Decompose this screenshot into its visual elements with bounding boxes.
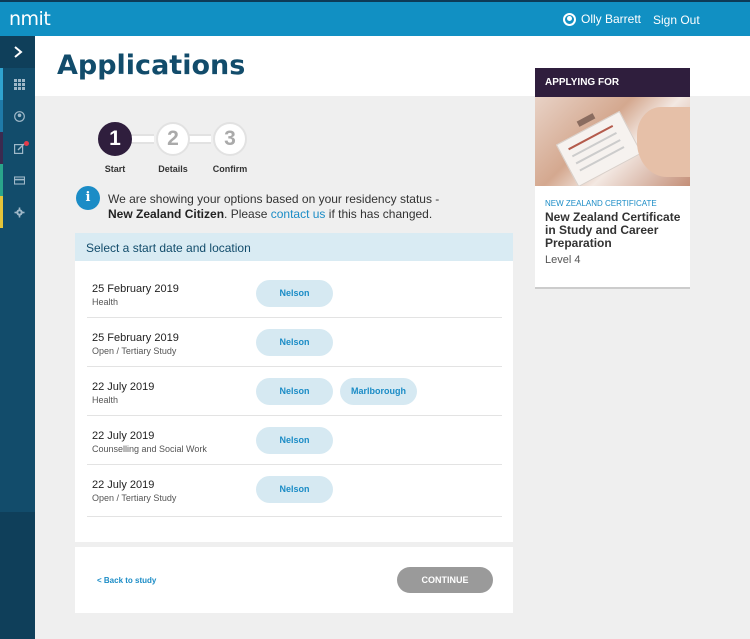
contact-us-link[interactable]: contact us <box>271 207 326 221</box>
edit-icon <box>13 143 24 154</box>
form-actions: < Back to study CONTINUE <box>75 547 513 613</box>
table-row: 25 February 2019 Health Nelson <box>87 269 502 318</box>
row-date: 25 February 2019 <box>92 283 179 295</box>
table-row: 22 July 2019 Health Nelson Marlborough <box>87 367 502 416</box>
user-icon <box>563 12 576 26</box>
page-title: Applications <box>57 50 246 81</box>
sidebar-item-applications[interactable] <box>0 132 35 164</box>
location-option-nelson[interactable]: Nelson <box>256 280 333 307</box>
residency-status: New Zealand Citizen <box>108 207 225 221</box>
clipboard-illustration <box>555 110 643 186</box>
step-confirm: 3 Confirm <box>213 122 247 174</box>
sidebar-item-profile[interactable] <box>0 100 35 132</box>
table-row: 22 July 2019 Open / Tertiary Study Nelso… <box>87 465 502 517</box>
sidebar-toggle-button[interactable] <box>0 36 35 68</box>
step-label: Start <box>104 164 126 174</box>
applying-for-card: APPLYING FOR NEW ZEALAND CERTIFICATE New… <box>535 68 690 289</box>
start-date-panel: Select a start date and location 25 Febr… <box>75 233 513 542</box>
location-option-nelson[interactable]: Nelson <box>256 378 333 405</box>
info-text-after: if this has changed. <box>325 207 433 221</box>
gear-icon <box>14 207 24 217</box>
row-date: 22 July 2019 <box>92 430 155 442</box>
notification-dot <box>24 141 29 146</box>
row-date: 22 July 2019 <box>92 479 155 491</box>
applying-for-heading: APPLYING FOR <box>535 68 690 105</box>
continue-button[interactable]: CONTINUE <box>397 567 493 593</box>
location-option-nelson[interactable]: Nelson <box>256 427 333 454</box>
location-option-nelson[interactable]: Nelson <box>256 329 333 356</box>
sidebar-item-payments[interactable] <box>0 164 35 196</box>
sidebar-bottom <box>0 512 35 639</box>
course-image <box>535 97 690 186</box>
chevron-right-icon <box>13 46 23 58</box>
user-name: Olly Barrett <box>581 12 642 26</box>
application-stepper: 1 Start 2 Details 3 Confirm <box>98 122 258 174</box>
user-icon <box>13 110 25 122</box>
step-label: Confirm <box>212 164 248 174</box>
qualification-level: Level 4 <box>545 254 581 266</box>
step-connector <box>130 134 154 144</box>
step-details: 2 Details <box>156 122 190 174</box>
back-to-study-link[interactable]: < Back to study <box>97 576 156 585</box>
hand-illustration <box>637 107 690 177</box>
location-option-marlborough[interactable]: Marlborough <box>340 378 417 405</box>
row-area: Open / Tertiary Study <box>92 346 177 356</box>
grid-icon <box>13 78 25 90</box>
table-row: 25 February 2019 Open / Tertiary Study N… <box>87 318 502 367</box>
sidebar-item-dashboard[interactable] <box>0 68 35 100</box>
residency-message: We are showing your options based on you… <box>108 192 518 222</box>
info-icon: i <box>76 186 100 210</box>
card-icon <box>13 175 25 185</box>
info-text-mid: . Please <box>224 207 271 221</box>
sidebar <box>0 36 35 639</box>
top-bar: nmit Olly Barrett Sign Out <box>0 0 750 36</box>
panel-heading: Select a start date and location <box>75 233 513 261</box>
row-area: Open / Tertiary Study <box>92 493 177 503</box>
logo-text: nmit <box>9 8 51 30</box>
sign-out-link[interactable]: Sign Out <box>653 13 700 27</box>
table-row: 22 July 2019 Counselling and Social Work… <box>87 416 502 465</box>
step-number: 2 <box>156 122 190 156</box>
step-number: 1 <box>98 122 132 156</box>
sidebar-item-settings[interactable] <box>0 196 35 228</box>
row-area: Counselling and Social Work <box>92 444 207 454</box>
info-text-before: We are showing your options based on you… <box>108 192 440 206</box>
location-option-nelson[interactable]: Nelson <box>256 476 333 503</box>
nmit-logo[interactable]: nmit <box>9 8 51 30</box>
step-number: 3 <box>213 122 247 156</box>
step-start: 1 Start <box>98 122 132 174</box>
row-date: 22 July 2019 <box>92 381 155 393</box>
step-connector <box>187 134 211 144</box>
row-area: Health <box>92 395 119 405</box>
qualification-title: New Zealand Certificate in Study and Car… <box>545 210 681 250</box>
row-area: Health <box>92 297 119 307</box>
row-date: 25 February 2019 <box>92 332 179 344</box>
user-menu[interactable]: Olly Barrett <box>563 12 641 26</box>
step-label: Details <box>158 164 188 174</box>
qualification-type: NEW ZEALAND CERTIFICATE <box>545 199 657 208</box>
